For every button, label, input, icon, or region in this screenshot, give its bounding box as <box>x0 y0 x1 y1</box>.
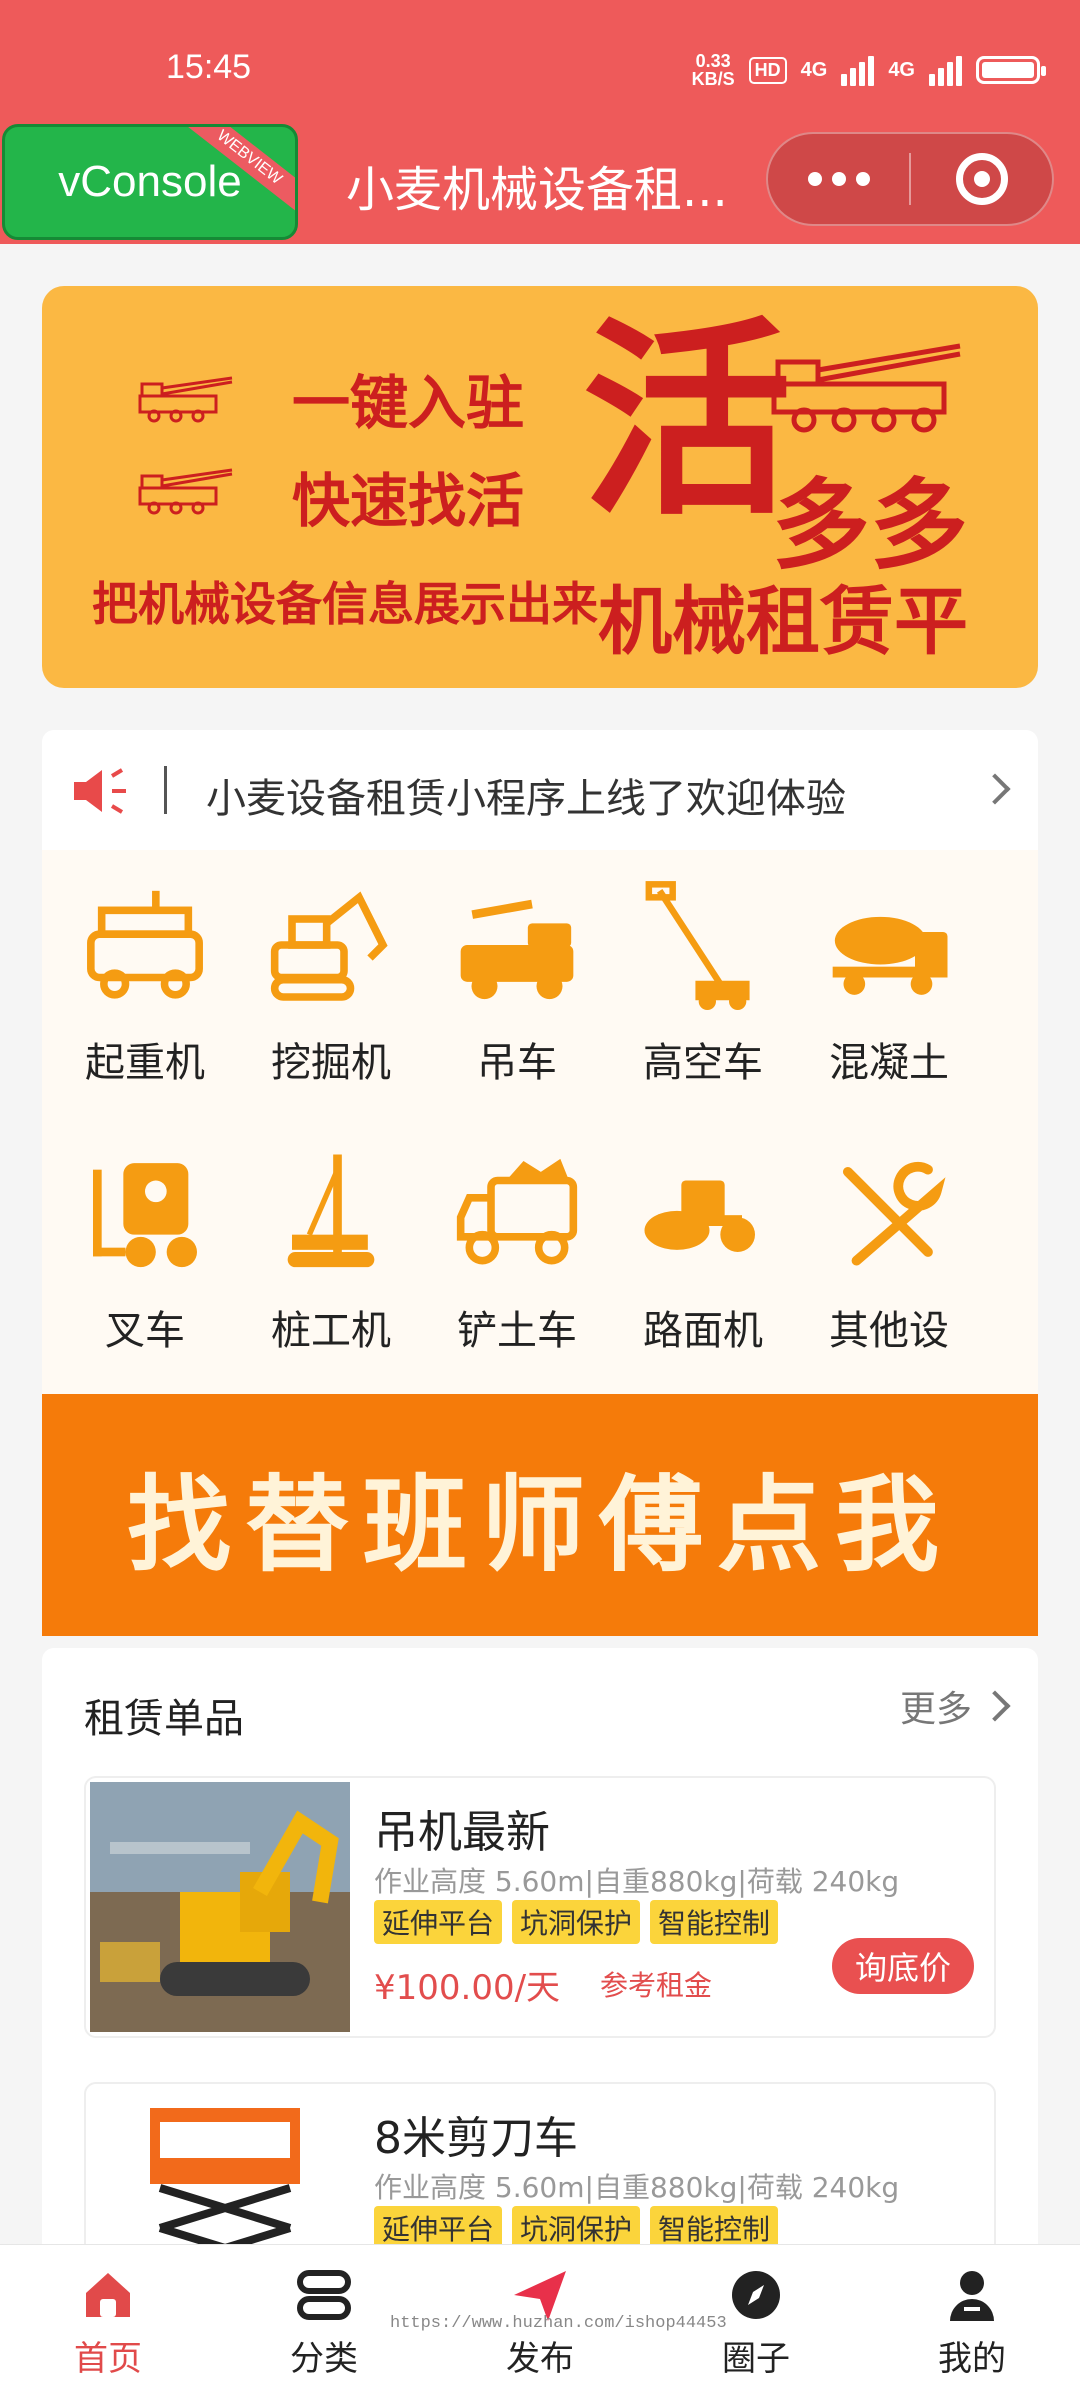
category-item[interactable]: 混凝土 <box>796 850 982 1090</box>
product-tags: 延伸平台 坑洞保护 智能控制 <box>374 1900 779 1944</box>
notice-divider <box>164 766 167 814</box>
tab-mine[interactable]: 我的 <box>864 2245 1080 2400</box>
more-menu-button[interactable] <box>768 134 909 224</box>
category-item[interactable]: 吊车 <box>424 850 610 1090</box>
rental-section: 租赁单品 更多 吊机最新 作业高度 5.60m|自重880kg|荷载 240kg… <box>42 1648 1038 2344</box>
top-bar: 15:45 0.33 KB/S HD 4G 4G vConsole WEBVIE… <box>0 0 1080 244</box>
product-image <box>90 1782 350 2032</box>
signal-icon <box>841 54 875 86</box>
category-label: 路面机 <box>643 1308 763 1354</box>
signal-4g-label-2: 4G <box>888 58 915 81</box>
banner-platform: 机械租赁平台 <box>598 579 968 688</box>
feature-tag: 延伸平台 <box>374 1900 503 1944</box>
vconsole-label: vConsole <box>58 157 242 206</box>
tab-label: 我的 <box>938 2339 1006 2379</box>
target-icon <box>955 153 1008 205</box>
tab-label: 分类 <box>290 2339 358 2379</box>
status-icons: 0.33 KB/S HD 4G 4G <box>692 52 1046 88</box>
product-spec: 作业高度 5.60m|自重880kg|荷载 240kg <box>374 1865 900 1898</box>
hd-icon: HD <box>748 56 787 84</box>
find-substitute-banner[interactable]: 找替班师傅点我 <box>42 1394 1038 1636</box>
home-icon <box>86 2273 130 2317</box>
close-miniprogram-button[interactable] <box>911 134 1052 224</box>
category-label: 起重机 <box>85 1040 205 1086</box>
vconsole-button[interactable]: vConsole WEBVIEW <box>2 124 298 240</box>
feature-tag: 智能控制 <box>650 1900 779 1944</box>
tab-label: 圈子 <box>722 2339 790 2379</box>
crane-truck-icon <box>138 376 233 423</box>
aerial-lift-icon <box>645 881 750 1010</box>
tab-label: 发布 <box>506 2339 574 2379</box>
net-speed-unit: KB/S <box>691 69 735 89</box>
more-link[interactable]: 更多 <box>899 1680 1011 1732</box>
excavator-icon <box>270 891 388 1001</box>
category-grid: 起重机 挖掘机 吊车 高空车 混凝土 叉车 桩工机 铲土车 路面机 其他设 <box>42 850 1038 1394</box>
category-label: 叉车 <box>105 1308 185 1354</box>
status-time: 15:45 <box>166 48 252 86</box>
forklift-icon <box>93 1163 197 1268</box>
more-label: 更多 <box>899 1689 972 1730</box>
crane-truck-icon <box>460 899 574 1000</box>
category-item[interactable]: 桩工机 <box>238 1118 424 1358</box>
miniprogram-capsule <box>766 132 1054 226</box>
tab-home[interactable]: 首页 <box>0 2245 216 2400</box>
product-price: ¥100.00/天 <box>374 1968 561 2008</box>
category-label: 桩工机 <box>271 1308 391 1354</box>
chevron-right-icon <box>979 773 1011 805</box>
tab-label: 首页 <box>74 2339 142 2379</box>
product-card[interactable]: 吊机最新 作业高度 5.60m|自重880kg|荷载 240kg 延伸平台 坑洞… <box>84 1776 996 2038</box>
category-item[interactable]: 叉车 <box>52 1118 238 1358</box>
section-title: 租赁单品 <box>84 1696 244 1742</box>
category-item[interactable]: 其他设 <box>796 1118 982 1358</box>
category-item[interactable]: 铲土车 <box>424 1118 610 1358</box>
crane-icon <box>87 890 203 999</box>
category-label: 吊车 <box>477 1040 557 1086</box>
battery-icon <box>976 56 1046 84</box>
chevron-right-icon <box>979 1690 1011 1722</box>
speaker-icon <box>74 768 126 814</box>
page-title: 小麦机械设备租... <box>346 162 728 218</box>
crane-truck-icon <box>138 468 233 515</box>
more-dots-icon <box>807 172 870 186</box>
pile-driver-icon <box>287 1154 375 1268</box>
user-icon <box>950 2271 994 2321</box>
net-speed-value: 0.33 <box>695 51 731 71</box>
category-label: 铲土车 <box>457 1308 577 1354</box>
watermark-text: https://www.huzhan.com/ishop44453 <box>390 2314 727 2333</box>
product-name: 8米剪刀车 <box>374 2113 578 2164</box>
category-item[interactable]: 高空车 <box>610 850 796 1090</box>
category-label: 混凝土 <box>829 1040 949 1086</box>
product-spec: 作业高度 5.60m|自重880kg|荷载 240kg <box>374 2171 900 2204</box>
tools-icon <box>842 1161 946 1266</box>
banner-line-1: 一键入驻 <box>292 369 525 437</box>
promo-text: 找替班师傅点我 <box>126 1463 953 1586</box>
signal-4g-label: 4G <box>800 58 828 81</box>
feature-tag: 坑洞保护 <box>512 1900 641 1944</box>
banner-line-2: 快速找活 <box>292 467 525 535</box>
category-label: 挖掘机 <box>271 1040 391 1086</box>
net-speed: 0.33 KB/S <box>692 52 735 88</box>
category-icon <box>297 2270 351 2320</box>
category-item[interactable]: 路面机 <box>610 1118 796 1358</box>
banner-line-3: 把机械设备信息展示出来 <box>92 577 598 631</box>
category-label: 高空车 <box>643 1040 763 1086</box>
category-item[interactable]: 起重机 <box>52 850 238 1090</box>
concrete-mixer-icon <box>832 916 948 995</box>
category-label: 其他设 <box>829 1308 949 1354</box>
notice-text: 小麦设备租赁小程序上线了欢迎体验 <box>206 776 846 822</box>
ask-price-button[interactable]: 询底价 <box>832 1938 974 1994</box>
road-roller-icon <box>644 1180 755 1252</box>
category-item[interactable]: 挖掘机 <box>238 850 424 1090</box>
banner-big-char: 活 <box>582 297 793 544</box>
compass-icon <box>732 2271 780 2319</box>
price-note: 参考租金 <box>600 1969 713 2002</box>
banner-carousel[interactable]: 一键入驻 快速找活 把机械设备信息展示出来 活 多多 机械租赁平台 <box>42 286 1038 688</box>
product-name: 吊机最新 <box>374 1807 550 1858</box>
crane-truck-icon <box>771 343 961 433</box>
signal-icon-2 <box>929 54 962 86</box>
dump-truck-icon <box>456 1158 578 1265</box>
notice-bar[interactable]: 小麦设备租赁小程序上线了欢迎体验 <box>42 730 1038 850</box>
